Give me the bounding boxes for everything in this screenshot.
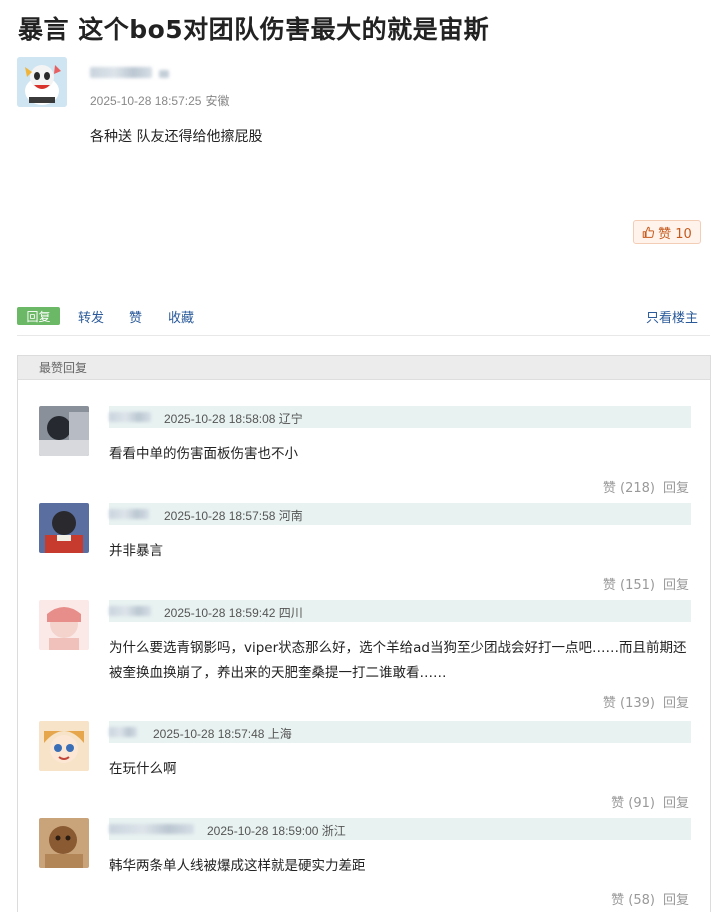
reply-reply-button[interactable]: 回复 — [663, 796, 689, 811]
reply-like-button[interactable]: 赞 (91) — [611, 796, 655, 811]
post-like-label: 赞 10 — [658, 226, 692, 242]
reply-text: 看看中单的伤害面板伤害也不小 — [109, 446, 298, 462]
forward-link[interactable]: 转发 — [78, 307, 104, 326]
post-like-button[interactable]: 赞 10 — [633, 220, 701, 244]
reply-actions: 赞 (151) 回复 — [603, 574, 689, 593]
reply-avatar[interactable] — [39, 600, 89, 650]
reply-time: 2025-10-28 18:57:48 上海 — [153, 725, 292, 742]
avatar-image — [39, 721, 89, 771]
reply-time: 2025-10-28 18:59:00 浙江 — [207, 822, 346, 839]
reply-avatar[interactable] — [39, 818, 89, 868]
reply-actions: 赞 (91) 回复 — [611, 792, 689, 811]
like-link[interactable]: 赞 — [129, 307, 142, 326]
reply-reply-button[interactable]: 回复 — [663, 481, 689, 496]
post-action-bar: 回复 转发 赞 收藏 只看楼主 — [17, 306, 710, 336]
reply-username[interactable] — [109, 412, 151, 422]
reply-actions: 赞 (58) 回复 — [611, 889, 689, 908]
reply-timestamp: 2025-10-28 18:57:48 — [153, 727, 265, 741]
reply-username[interactable] — [109, 509, 149, 519]
reply-text: 韩华两条单人线被爆成这样就是硬实力差距 — [109, 858, 366, 874]
reply-like-button[interactable]: 赞 (218) — [603, 481, 655, 496]
post-time: 2025-10-28 18:57:25 — [90, 94, 202, 108]
reply-actions: 赞 (139) 回复 — [603, 692, 689, 711]
reply-like-button[interactable]: 赞 (139) — [603, 696, 655, 711]
reply-actions: 赞 (218) 回复 — [603, 477, 689, 496]
reply-timestamp: 2025-10-28 18:59:00 — [207, 824, 319, 838]
reply-location: 河南 — [278, 509, 303, 523]
reply-reply-button[interactable]: 回复 — [663, 893, 689, 908]
author-name[interactable] — [90, 63, 170, 78]
reply-username[interactable] — [109, 727, 137, 737]
reply-reply-button[interactable]: 回复 — [663, 578, 689, 593]
divider — [17, 335, 710, 336]
reply-info-bar: 2025-10-28 18:59:42 四川 — [109, 600, 691, 622]
reply-info-bar: 2025-10-28 18:57:58 河南 — [109, 503, 691, 525]
reply-location: 辽宁 — [278, 412, 303, 426]
reply-timestamp: 2025-10-28 18:58:08 — [164, 412, 276, 426]
reply-time: 2025-10-28 18:57:58 河南 — [164, 507, 303, 524]
reply-location: 四川 — [278, 606, 303, 620]
post-meta: 2025-10-28 18:57:25 安徽 — [90, 92, 229, 109]
favorite-link[interactable]: 收藏 — [168, 307, 194, 326]
reply-location: 上海 — [267, 727, 292, 741]
reply-time: 2025-10-28 18:59:42 四川 — [164, 604, 303, 621]
reply-timestamp: 2025-10-28 18:59:42 — [164, 606, 276, 620]
reply-text: 在玩什么啊 — [109, 761, 177, 777]
reply-username[interactable] — [109, 824, 194, 834]
reply-info-bar: 2025-10-28 18:57:48 上海 — [109, 721, 691, 743]
only-op-link[interactable]: 只看楼主 — [646, 307, 698, 326]
reply-timestamp: 2025-10-28 18:57:58 — [164, 509, 276, 523]
reply-avatar[interactable] — [39, 406, 89, 456]
reply-text: 并非暴言 — [109, 543, 163, 559]
avatar-image — [39, 503, 89, 553]
reply-button[interactable]: 回复 — [17, 307, 60, 325]
reply-avatar[interactable] — [39, 503, 89, 553]
thumbs-up-icon — [642, 226, 655, 238]
reply-avatar[interactable] — [39, 721, 89, 771]
avatar-image — [39, 406, 89, 456]
reply-username[interactable] — [109, 606, 151, 616]
reply-info-bar: 2025-10-28 18:59:00 浙江 — [109, 818, 691, 840]
avatar-image — [17, 57, 67, 107]
reply-like-button[interactable]: 赞 (58) — [611, 893, 655, 908]
reply-text: 为什么要选青钢影吗，viper状态那么好，选个羊给ad当狗至少团战会好打一点吧…… — [109, 640, 687, 681]
reply-location: 浙江 — [321, 824, 346, 838]
post-content: 各种送 队友还得给他擦屁股 — [90, 129, 263, 145]
reply-reply-button[interactable]: 回复 — [663, 696, 689, 711]
author-avatar[interactable] — [17, 57, 67, 107]
reply-info-bar: 2025-10-28 18:58:08 辽宁 — [109, 406, 691, 428]
avatar-image — [39, 600, 89, 650]
post-location: 安徽 — [205, 94, 230, 108]
reply-time: 2025-10-28 18:58:08 辽宁 — [164, 410, 303, 427]
avatar-image — [39, 818, 89, 868]
post-title: 暴言 这个bo5对团队伤害最大的就是宙斯 — [18, 15, 490, 44]
reply-like-button[interactable]: 赞 (151) — [603, 578, 655, 593]
hot-replies-panel: 最赞回复 2025-10-28 18:58:08 辽宁 看看中单的伤害面板伤害也… — [17, 355, 711, 912]
hot-replies-header: 最赞回复 — [18, 356, 710, 380]
